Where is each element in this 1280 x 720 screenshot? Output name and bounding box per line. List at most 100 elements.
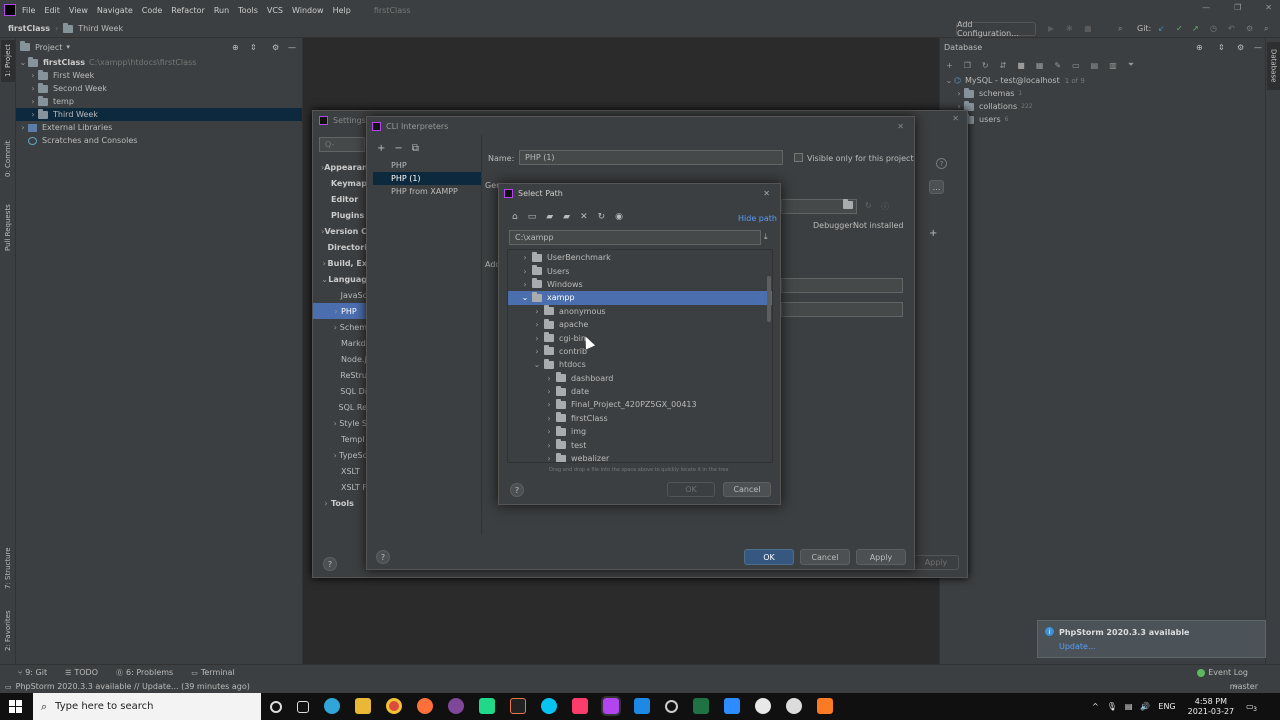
chrome-icon[interactable]	[386, 698, 402, 714]
edit-icon[interactable]: ✎	[1054, 61, 1061, 70]
cli-ok-button[interactable]: OK	[744, 549, 794, 565]
settings-nav-item[interactable]: Directori	[313, 239, 367, 255]
git-commit-icon[interactable]: ✓	[1176, 24, 1183, 33]
chevron-right-icon[interactable]: ›	[532, 307, 542, 316]
home-icon[interactable]: ⌂	[512, 212, 518, 222]
settings-help-button[interactable]: ?	[323, 557, 337, 571]
chevron-right-icon[interactable]: ›	[544, 387, 554, 396]
collapse-icon[interactable]: ⇕	[250, 43, 257, 52]
path-tree-item[interactable]: › apache	[508, 318, 772, 331]
chevron-right-icon[interactable]: ›	[544, 427, 554, 436]
chevron-down-icon[interactable]: ⌄	[520, 293, 530, 302]
file-explorer-icon[interactable]	[355, 698, 371, 714]
tree-scrollbar[interactable]	[767, 276, 771, 322]
copy-icon[interactable]: ⧉	[412, 143, 419, 154]
git-branch[interactable]: master	[1230, 682, 1258, 691]
path-tree-item[interactable]: › Final_Project_420PZ5GX_00413	[508, 398, 772, 411]
database-tool-tab[interactable]: Database	[1267, 42, 1280, 90]
pull-requests-tool-tab[interactable]: Pull Requests	[1, 198, 15, 258]
chevron-right-icon[interactable]: ›	[544, 374, 554, 383]
select-path-help-button[interactable]: ?	[510, 483, 524, 497]
settings-nav-item[interactable]: › Build, Ex	[313, 255, 367, 271]
chevron-right-icon[interactable]: ›	[544, 454, 554, 462]
download-icon[interactable]: ⤓	[764, 232, 768, 242]
settings-nav-item[interactable]: Node.j	[313, 351, 367, 367]
settings-nav-item[interactable]: Keymap	[313, 175, 367, 191]
select-path-ok-button[interactable]: OK	[667, 482, 715, 497]
db-tree-item[interactable]: ›users6	[940, 113, 1265, 126]
chevron-right-icon[interactable]: ›	[28, 71, 38, 80]
path-tree-item[interactable]: › cgi-bin	[508, 331, 772, 344]
phpstorm-taskbar-icon[interactable]	[601, 696, 621, 716]
tree-scratches[interactable]: Scratches and Consoles	[16, 134, 302, 147]
settings-nav-item[interactable]: JavaSc	[313, 287, 367, 303]
chevron-right-icon[interactable]: ›	[532, 347, 542, 356]
interpreter-name-input[interactable]: PHP (1)	[519, 150, 783, 165]
chevron-right-icon[interactable]: ›	[520, 280, 530, 289]
chevron-right-icon[interactable]: ›	[544, 441, 554, 450]
bottom-tab[interactable]: ⑂ 9: Git	[18, 668, 47, 677]
chevron-down-icon[interactable]: ⌄	[944, 76, 954, 85]
additional-option-input-2[interactable]	[781, 302, 903, 317]
chevron-right-icon[interactable]: ›	[954, 89, 964, 98]
settings-nav-item[interactable]: XSLT F	[313, 479, 367, 495]
add-icon[interactable]: +	[929, 228, 937, 239]
menu-item[interactable]: Window	[292, 6, 324, 15]
path-tree-item[interactable]: › Users	[508, 264, 772, 277]
minimize-button[interactable]: —	[1202, 3, 1210, 12]
help-icon[interactable]: ?	[936, 158, 947, 169]
settings-nav-item[interactable]: › Schem	[313, 319, 367, 335]
grid-icon[interactable]: ▤	[1091, 61, 1099, 70]
restore-button[interactable]: ❐	[1234, 3, 1241, 12]
gear-icon[interactable]: ⚙	[272, 43, 279, 52]
jetbrains-icon[interactable]	[510, 698, 526, 714]
chevron-right-icon[interactable]: ›	[331, 451, 339, 460]
path-tree-item[interactable]: › firstClass	[508, 412, 772, 425]
visible-only-checkbox[interactable]	[794, 153, 803, 162]
settings-nav-item[interactable]: ›Appearance	[313, 159, 367, 175]
update-link[interactable]: Update...	[1059, 642, 1096, 651]
interpreter-list-item[interactable]: PHP (1)	[373, 172, 481, 185]
breadcrumb-root[interactable]: firstClass	[8, 24, 50, 33]
settings-nav-item[interactable]: XSLT	[313, 463, 367, 479]
close-icon[interactable]: ✕	[763, 189, 770, 198]
additional-option-input-1[interactable]	[781, 278, 903, 293]
chevron-right-icon[interactable]: ›	[544, 414, 554, 423]
grid2-icon[interactable]: ▥	[1109, 61, 1117, 70]
browse-button[interactable]: …	[929, 180, 944, 194]
git-update-icon[interactable]: ↙	[1158, 24, 1165, 33]
settings-nav-item[interactable]: › Tools	[313, 495, 367, 511]
pycharm-icon[interactable]	[479, 698, 495, 714]
db-tree-item[interactable]: › collations 222	[940, 100, 1265, 113]
search-everywhere-icon[interactable]: ⌕	[1118, 24, 1122, 34]
chevron-right-icon[interactable]: ›	[321, 499, 331, 508]
settings-nav-item[interactable]: SQL Re	[313, 399, 368, 415]
menu-item[interactable]: Refactor	[171, 6, 205, 15]
project-tree-item[interactable]: › Third Week	[16, 108, 302, 121]
excel-icon[interactable]	[693, 698, 709, 714]
cli-help-button[interactable]: ?	[376, 550, 390, 564]
project-panel-title[interactable]: Project	[35, 43, 62, 52]
git-push-icon[interactable]: ↗	[1192, 24, 1199, 33]
add-icon[interactable]: +	[377, 143, 385, 154]
chevron-right-icon[interactable]: ›	[331, 307, 341, 316]
db-tree-item[interactable]: › schemas 1	[940, 87, 1265, 100]
desktop-icon[interactable]: ▭	[528, 212, 537, 222]
xampp-icon[interactable]	[817, 698, 833, 714]
settings-nav-item[interactable]: › PHP	[313, 303, 367, 319]
interpreter-list-item[interactable]: PHP	[373, 159, 481, 172]
menu-item[interactable]: Run	[214, 6, 229, 15]
chevron-right-icon[interactable]: ›	[28, 110, 38, 119]
close-icon[interactable]: ✕	[897, 122, 904, 131]
breadcrumb-folder[interactable]: Third Week	[78, 24, 123, 33]
refresh-icon[interactable]: ↻	[598, 212, 606, 222]
event-log-button[interactable]: Event Log	[1208, 668, 1248, 677]
windows-start-icon[interactable]	[9, 700, 22, 713]
settings-nav-item[interactable]: Templ	[313, 431, 367, 447]
webstorm-icon[interactable]	[541, 698, 557, 714]
reload-icon[interactable]: ↻	[865, 201, 872, 210]
bottom-tab[interactable]: ⓪ 6: Problems	[116, 668, 173, 678]
settings-nav-item[interactable]: › TypeSc	[313, 447, 367, 463]
discord-icon[interactable]	[786, 698, 802, 714]
run-icon[interactable]: ▶	[1048, 24, 1054, 33]
